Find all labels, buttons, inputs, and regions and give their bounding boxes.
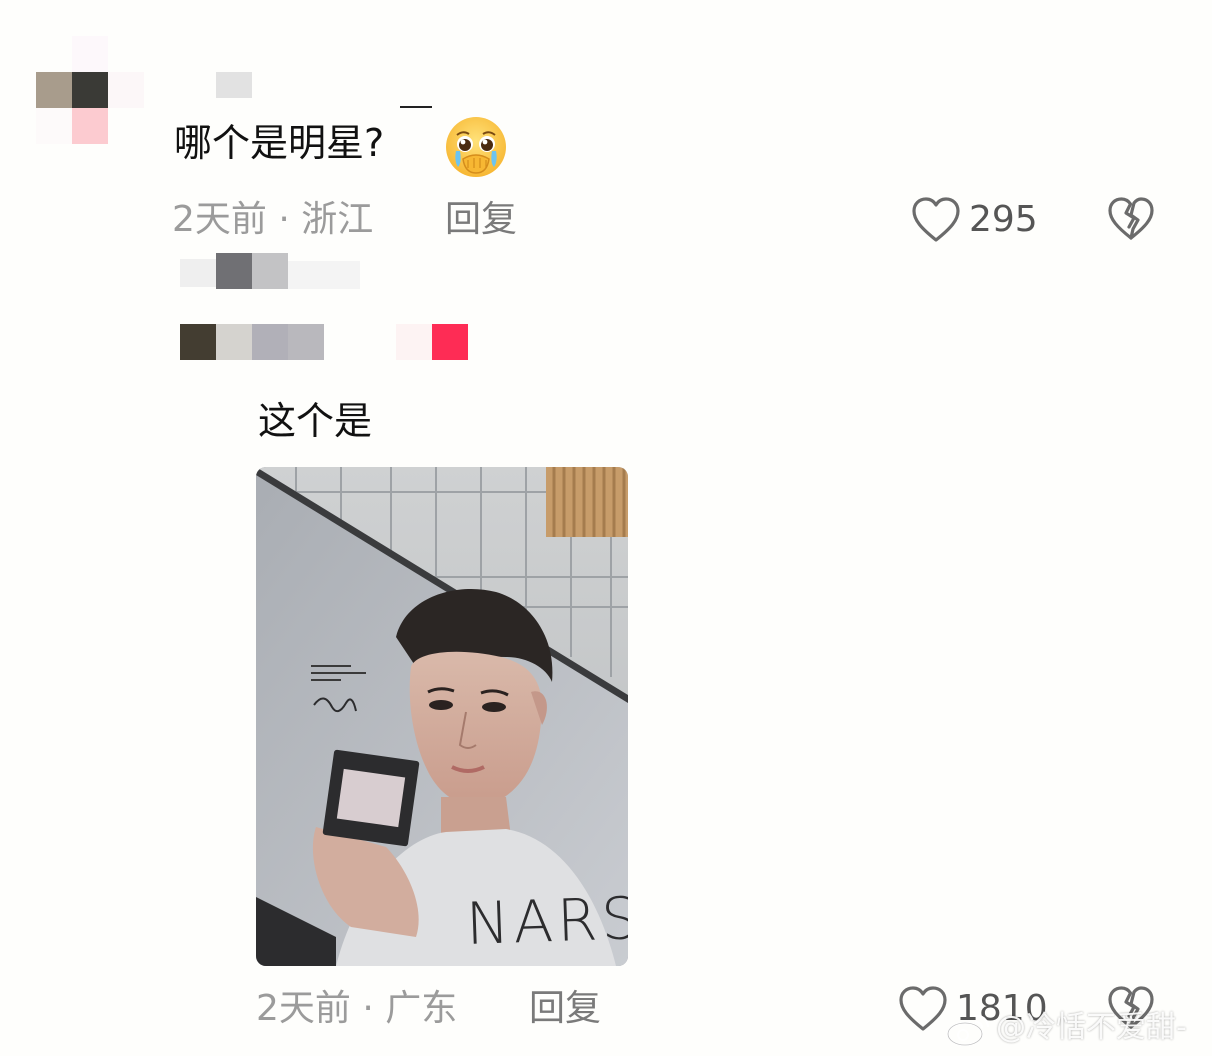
author-badge bbox=[432, 324, 468, 360]
blurred-row bbox=[180, 253, 360, 289]
dislike-button[interactable] bbox=[1107, 196, 1155, 242]
attached-photo[interactable]: NARS bbox=[256, 467, 628, 966]
username[interactable] bbox=[180, 324, 470, 360]
watermark-text: @冷恬不爱甜- bbox=[996, 1010, 1187, 1045]
username[interactable] bbox=[216, 72, 432, 108]
avatar[interactable] bbox=[36, 36, 144, 144]
weibo-watermark: @冷恬不爱甜- bbox=[946, 1008, 1206, 1048]
heart-icon bbox=[899, 986, 947, 1031]
like-button[interactable] bbox=[898, 985, 948, 1033]
like-button[interactable] bbox=[911, 196, 961, 244]
like-count: 295 bbox=[969, 199, 1038, 240]
comment-text: 这个是 bbox=[258, 399, 373, 443]
comment-meta: 2天前 · 广东 bbox=[256, 988, 458, 1029]
reply-button[interactable]: 回复 bbox=[529, 991, 601, 1027]
heart-icon bbox=[912, 197, 960, 242]
reply-button[interactable]: 回复 bbox=[445, 202, 517, 238]
crying-face-emoji bbox=[443, 113, 509, 179]
comment-meta: 2天前 · 浙江 bbox=[172, 199, 374, 240]
weibo-logo-icon bbox=[946, 1014, 990, 1047]
comment-text: 哪个是明星? bbox=[174, 121, 385, 165]
comment-thread: 哪个是明星? 2天前 · 浙江 回复 295 这个是 NARS 2天前 · 广东… bbox=[0, 0, 1212, 1056]
broken-heart-icon bbox=[1108, 197, 1154, 240]
brand-text: NARS bbox=[464, 883, 628, 959]
